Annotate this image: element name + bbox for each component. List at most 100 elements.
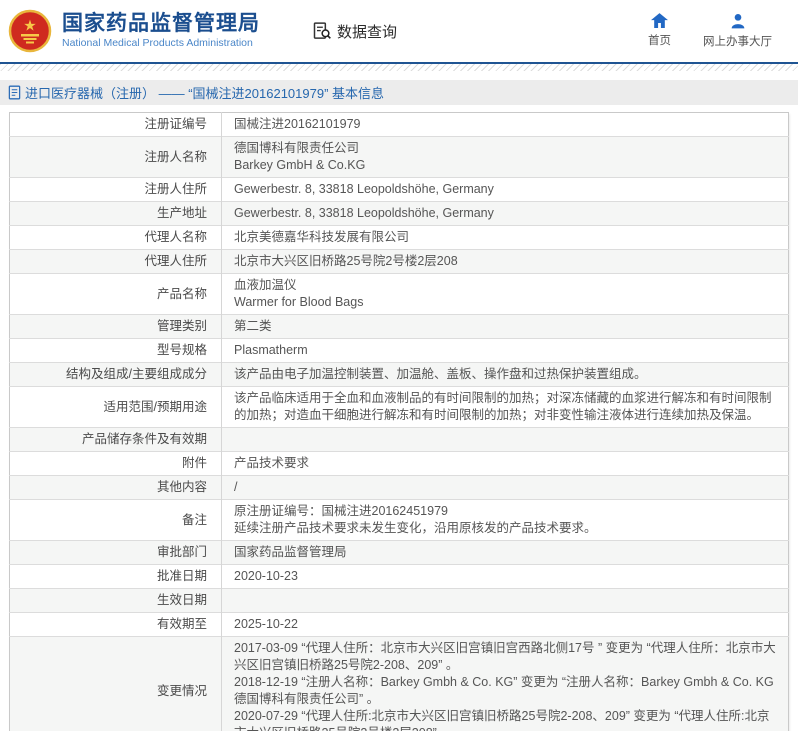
registration-info-table-wrap: 注册证编号 国械注进20162101979 注册人名称 德国博科有限责任公司Ba… (9, 112, 789, 731)
home-icon (651, 13, 668, 28)
row-label: 注册证编号 (10, 113, 222, 137)
nav-item-home[interactable]: 首页 (648, 13, 671, 49)
row-label: 附件 (10, 452, 222, 476)
row-label: 适用范围/预期用途 (10, 387, 222, 428)
title-block: 国家药品监督管理局 National Medical Products Admi… (62, 12, 260, 50)
row-value: 该产品临床适用于全血和血液制品的有时间限制的加热；对深冻储藏的血浆进行解冻和有时… (222, 387, 789, 428)
row-value-line: Gewerbestr. 8, 33818 Leopoldshöhe, Germa… (234, 181, 778, 198)
table-row: 结构及组成/主要组成成分 该产品由电子加温控制装置、加温舱、盖板、操作盘和过热保… (10, 363, 789, 387)
table-row: 备注 原注册证编号：国械注进20162451979延续注册产品技术要求未发生变化… (10, 500, 789, 541)
row-value (222, 428, 789, 452)
row-label-text: 生效日期 (157, 593, 207, 607)
info-table-body: 注册证编号 国械注进20162101979 注册人名称 德国博科有限责任公司Ba… (10, 113, 789, 731)
nav-item-label: 首页 (648, 32, 671, 48)
row-value-line: Gewerbestr. 8, 33818 Leopoldshöhe, Germa… (234, 205, 778, 222)
row-value-line: Plasmatherm (234, 342, 778, 359)
row-label: 审批部门 (10, 541, 222, 565)
row-value-line: 2025-10-22 (234, 616, 778, 633)
row-value: 2017-03-09 “代理人住所：北京市大兴区旧宫镇旧宫西路北侧17号 ” 变… (222, 637, 789, 731)
row-value: 血液加温仪Warmer for Blood Bags (222, 274, 789, 315)
row-value: 该产品由电子加温控制装置、加温舱、盖板、操作盘和过热保护装置组成。 (222, 363, 789, 387)
row-label: 型号规格 (10, 339, 222, 363)
row-label: 有效期至 (10, 613, 222, 637)
row-label: 生产地址 (10, 202, 222, 226)
row-label-text: 变更情况 (157, 684, 207, 698)
row-value: 北京市大兴区旧桥路25号院2号楼2层208 (222, 250, 789, 274)
row-label-text: 结构及组成/主要组成成分 (66, 367, 207, 381)
table-row: 产品名称 血液加温仪Warmer for Blood Bags (10, 274, 789, 315)
row-value: 北京美德嘉华科技发展有限公司 (222, 226, 789, 250)
breadcrumb: 进口医疗器械（注册） —— “国械注进20162101979” 基本信息 (0, 80, 798, 105)
row-label-text: 附件 (182, 456, 207, 470)
row-value: 产品技术要求 (222, 452, 789, 476)
row-label-text: 审批部门 (157, 545, 207, 559)
row-value (222, 589, 789, 613)
row-label: 注册人名称 (10, 137, 222, 178)
row-value-line: / (234, 479, 778, 496)
table-row: 管理类别 第二类 (10, 315, 789, 339)
row-label-text: 注册人名称 (144, 150, 207, 164)
row-value-line: 2020-10-23 (234, 568, 778, 585)
row-value: 2020-10-23 (222, 565, 789, 589)
row-label: 生效日期 (10, 589, 222, 613)
row-label-text: 产品名称 (157, 287, 207, 301)
row-label-text: 生产地址 (157, 206, 207, 220)
table-row: 审批部门 国家药品监督管理局 (10, 541, 789, 565)
top-nav: 首页 网上办事大厅 (648, 13, 772, 49)
table-row: 适用范围/预期用途 该产品临床适用于全血和血液制品的有时间限制的加热；对深冻储藏… (10, 387, 789, 428)
table-row: 注册人住所 Gewerbestr. 8, 33818 Leopoldshöhe,… (10, 178, 789, 202)
table-row: 批准日期 2020-10-23 (10, 565, 789, 589)
national-emblem-logo: ★ (8, 9, 52, 53)
row-value: 2025-10-22 (222, 613, 789, 637)
row-label: 代理人住所 (10, 250, 222, 274)
nav-item-label: 网上办事大厅 (703, 33, 772, 49)
row-label-text: 产品储存条件及有效期 (82, 432, 207, 446)
row-value-line: 该产品由电子加温控制装置、加温舱、盖板、操作盘和过热保护装置组成。 (234, 366, 778, 383)
row-value-line: 北京美德嘉华科技发展有限公司 (234, 229, 778, 246)
row-value-line: 第二类 (234, 318, 778, 335)
breadcrumb-text: 进口医疗器械（注册） —— “国械注进20162101979” 基本信息 (25, 83, 384, 102)
row-value: 国家药品监督管理局 (222, 541, 789, 565)
row-label-text: 代理人名称 (144, 230, 207, 244)
nav-item-service-hall[interactable]: 网上办事大厅 (703, 13, 772, 49)
row-label-text: 注册人住所 (144, 182, 207, 196)
row-value-line: 国械注进20162101979 (234, 116, 778, 133)
row-label: 变更情况 (10, 637, 222, 731)
row-value-line: Warmer for Blood Bags (234, 294, 778, 311)
row-value-line: 延续注册产品技术要求未发生变化，沿用原核发的产品技术要求。 (234, 520, 778, 537)
registration-info-table: 注册证编号 国械注进20162101979 注册人名称 德国博科有限责任公司Ba… (9, 112, 789, 731)
table-row: 注册人名称 德国博科有限责任公司Barkey GmbH & Co.KG (10, 137, 789, 178)
row-label: 备注 (10, 500, 222, 541)
row-value-line: 2017-03-09 “代理人住所：北京市大兴区旧宫镇旧宫西路北侧17号 ” 变… (234, 640, 778, 674)
row-value-line: 2018-12-19 “注册人名称：Barkey Gmbh & Co. KG” … (234, 674, 778, 708)
row-value: 第二类 (222, 315, 789, 339)
row-value-line: 产品技术要求 (234, 455, 778, 472)
table-row: 附件 产品技术要求 (10, 452, 789, 476)
row-value-line: 2020-07-29 “代理人住所:北京市大兴区旧宫镇旧桥路25号院2-208、… (234, 708, 778, 731)
row-value-line: 北京市大兴区旧桥路25号院2号楼2层208 (234, 253, 778, 270)
row-value: 原注册证编号：国械注进20162451979延续注册产品技术要求未发生变化，沿用… (222, 500, 789, 541)
row-value: Gewerbestr. 8, 33818 Leopoldshöhe, Germa… (222, 202, 789, 226)
table-row: 代理人住所 北京市大兴区旧桥路25号院2号楼2层208 (10, 250, 789, 274)
table-row: 其他内容 / (10, 476, 789, 500)
row-value-line: 血液加温仪 (234, 277, 778, 294)
row-label: 其他内容 (10, 476, 222, 500)
row-label-text: 适用范围/预期用途 (104, 400, 207, 414)
row-value: 国械注进20162101979 (222, 113, 789, 137)
row-value-line: 德国博科有限责任公司 (234, 140, 778, 157)
data-query-tab[interactable]: 数据查询 (312, 21, 397, 42)
table-row: 产品储存条件及有效期 (10, 428, 789, 452)
row-label-text: 备注 (182, 513, 207, 527)
row-label-text: 型号规格 (157, 343, 207, 357)
row-label: 管理类别 (10, 315, 222, 339)
data-query-label: 数据查询 (337, 21, 397, 42)
data-query-icon (312, 21, 332, 41)
site-subtitle: National Medical Products Administration (62, 36, 260, 50)
table-row: 代理人名称 北京美德嘉华科技发展有限公司 (10, 226, 789, 250)
row-label-text: 代理人住所 (144, 254, 207, 268)
row-label: 结构及组成/主要组成成分 (10, 363, 222, 387)
row-label-text: 批准日期 (157, 569, 207, 583)
row-label-text: 其他内容 (157, 480, 207, 494)
row-label-text: 注册证编号 (144, 117, 207, 131)
header: ★ 国家药品监督管理局 National Medical Products Ad… (0, 0, 798, 62)
